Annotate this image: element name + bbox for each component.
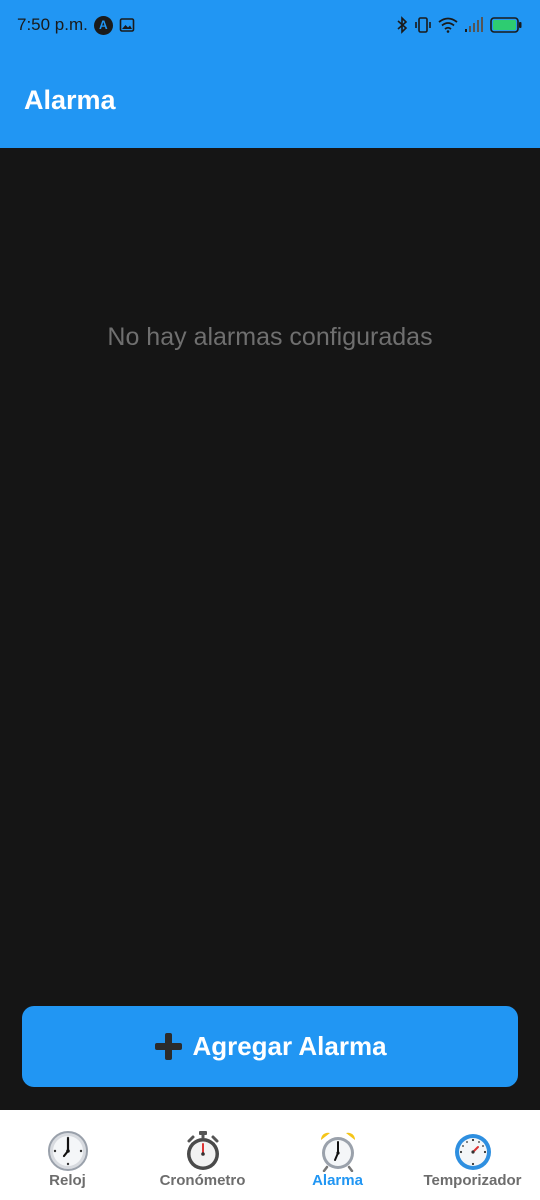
clock-icon — [47, 1131, 88, 1171]
status-bar-right — [396, 16, 522, 34]
status-time: 7:50 p.m. — [17, 15, 88, 34]
bottom-navigation: Reloj Cronómetro Alarma Temporizador — [0, 1110, 540, 1200]
tab-alarma[interactable]: Alarma — [270, 1110, 405, 1200]
signal-icon — [464, 17, 484, 33]
tab-cronometro-label: Cronómetro — [159, 1172, 246, 1189]
gallery-notification-icon — [119, 17, 135, 33]
app-notification-icon: A — [93, 15, 113, 35]
status-bar-left: 7:50 p.m. A — [17, 15, 135, 35]
empty-state-message: No hay alarmas configuradas — [107, 323, 433, 351]
alarm-list-area: No hay alarmas configuradas — [0, 148, 540, 1110]
tab-alarma-label: Alarma — [312, 1172, 363, 1189]
battery-icon — [490, 16, 522, 34]
timer-icon — [454, 1134, 491, 1170]
tab-temporizador[interactable]: Temporizador — [405, 1110, 540, 1200]
add-alarm-button-label: Agregar Alarma — [192, 1031, 387, 1061]
tab-cronometro[interactable]: Cronómetro — [135, 1110, 270, 1200]
wifi-icon — [438, 17, 458, 33]
stopwatch-icon — [186, 1131, 219, 1170]
alarm-clock-icon — [320, 1132, 355, 1172]
plus-icon — [153, 1031, 184, 1062]
tab-reloj[interactable]: Reloj — [0, 1110, 135, 1200]
bluetooth-icon — [396, 16, 408, 34]
tab-reloj-label: Reloj — [49, 1172, 86, 1189]
tab-temporizador-label: Temporizador — [423, 1172, 522, 1189]
add-alarm-button[interactable]: Agregar Alarma — [22, 1006, 518, 1087]
page-title: Alarma — [24, 84, 116, 115]
status-bar: 7:50 p.m. A — [0, 0, 540, 50]
vibrate-icon — [414, 16, 432, 34]
app-bar: Alarma — [0, 50, 540, 148]
